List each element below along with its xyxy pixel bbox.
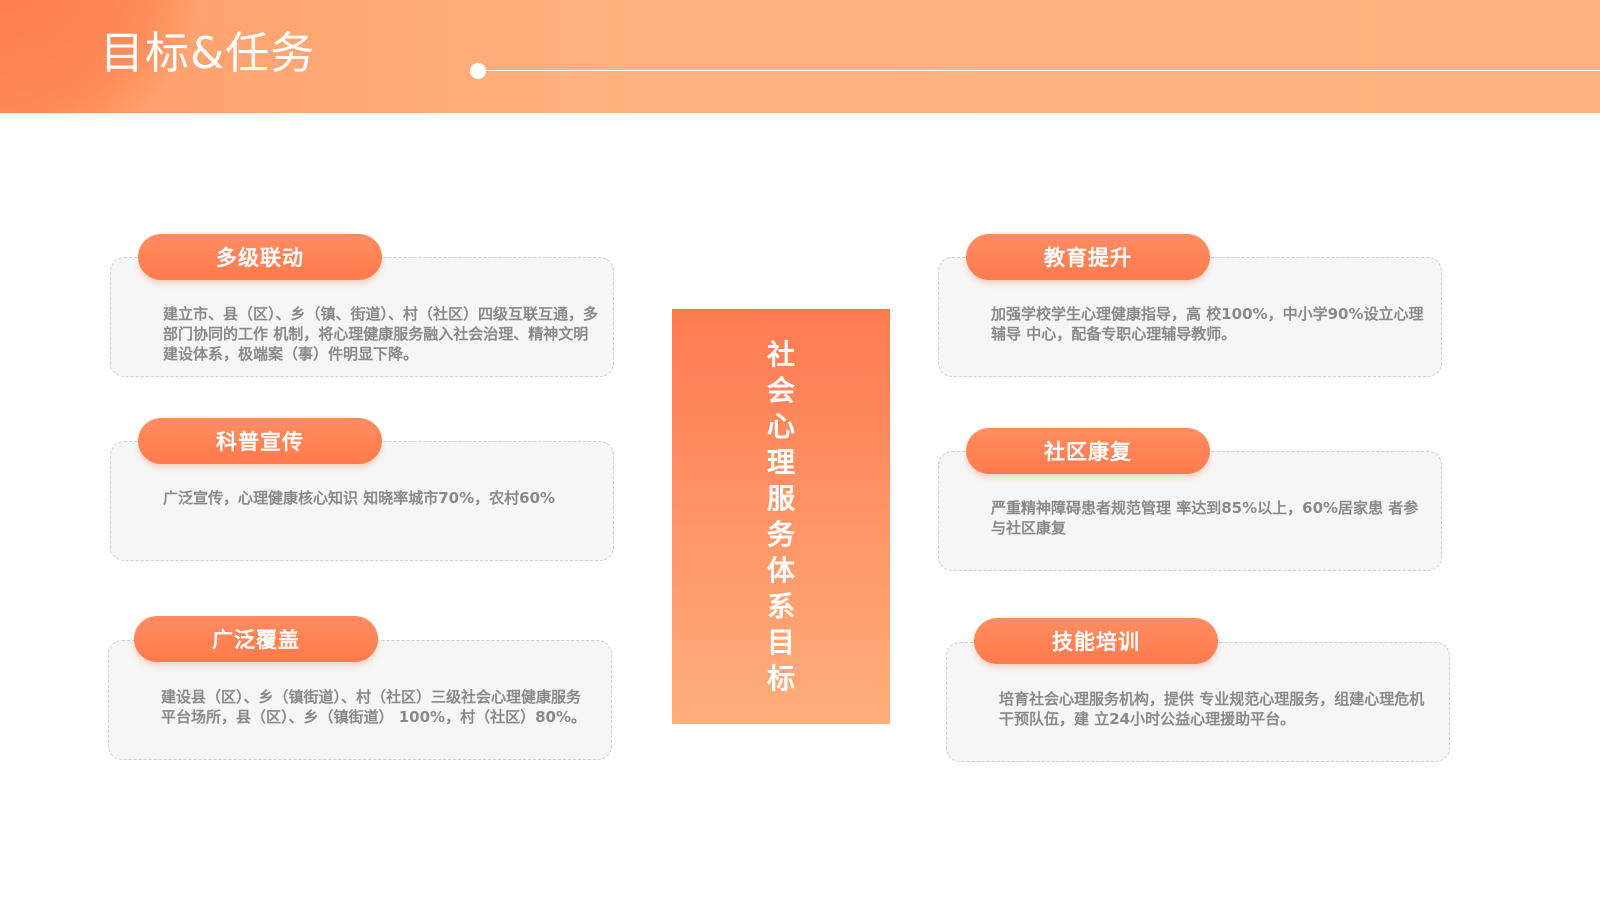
center-title-char: 社: [766, 337, 795, 371]
card-tag-community: 社区康复: [966, 428, 1210, 474]
center-title-char: 心: [766, 409, 795, 443]
card-text: 建设县（区）、乡（镇街道）、村（社区）三级社会心理健康服务 平台场所，县（区）、…: [161, 688, 586, 726]
card-tag-training: 技能培训: [974, 618, 1218, 664]
header-dot: [470, 63, 486, 79]
card-tag-science: 科普宣传: [138, 418, 382, 464]
card-text: 加强学校学生心理健康指导，高 校100%，中小学90%设立心理辅导 中心，配备专…: [991, 305, 1424, 343]
card-text: 建立市、县（区）、乡（镇、街道）、村（社区）四级互联互通，多部门协同的工作 机制…: [163, 305, 599, 363]
header-divider-line: [478, 70, 1600, 71]
card-text: 严重精神障碍患者规范管理 率达到85%以上，60%居家患 者参与社区康复: [991, 499, 1419, 537]
center-title-char: 服: [766, 481, 795, 515]
card-text: 广泛宣传，心理健康核心知识 知晓率城市70%，农村60%: [163, 489, 556, 507]
center-title-char: 目: [766, 625, 795, 659]
center-title-char: 理: [766, 445, 795, 479]
center-title-char: 会: [766, 373, 795, 407]
card-tag-multilevel: 多级联动: [138, 234, 382, 280]
header-bar: 目标&任务: [0, 0, 1600, 113]
center-title-char: 务: [766, 517, 795, 551]
center-title-box: 社 会 心 理 服 务 体 系 目 标: [672, 309, 890, 724]
center-title-char: 标: [766, 661, 795, 695]
center-title-char: 体: [766, 553, 795, 587]
card-tag-coverage: 广泛覆盖: [134, 616, 378, 662]
center-title: 社 会 心 理 服 务 体 系 目 标: [767, 337, 795, 697]
page-title: 目标&任务: [100, 28, 316, 79]
card-text: 培育社会心理服务机构，提供 专业规范心理服务，组建心理危机干预队伍，建 立24小…: [999, 690, 1425, 728]
center-title-char: 系: [766, 589, 795, 623]
card-tag-education: 教育提升: [966, 234, 1210, 280]
